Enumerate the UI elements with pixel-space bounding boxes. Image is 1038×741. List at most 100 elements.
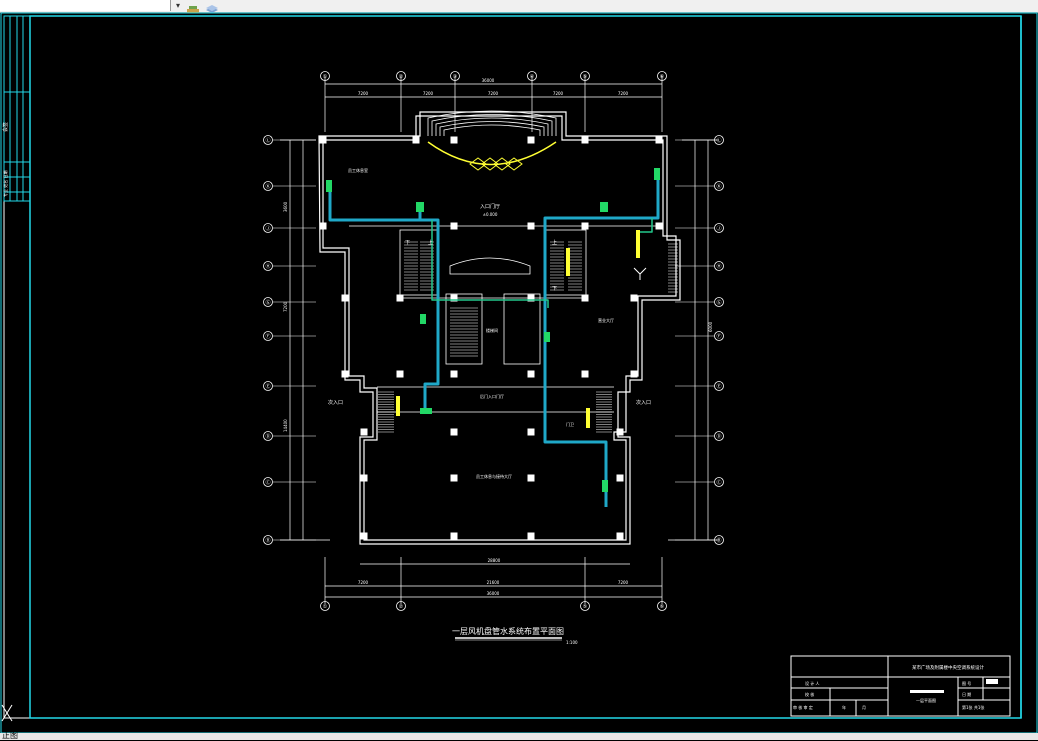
tb-project: 某市广场及附属楼中央空调系统设计 bbox=[912, 664, 984, 671]
interior-walls bbox=[349, 225, 663, 413]
side-dimensions bbox=[280, 139, 718, 541]
axis-bubbles-bottom: ① ② ⑤ ⑥ bbox=[320, 601, 667, 611]
layer-combo[interactable] bbox=[0, 0, 171, 11]
column-5 bbox=[581, 136, 589, 144]
dim-bottom-b: 21600 bbox=[487, 580, 500, 585]
column-1 bbox=[319, 136, 327, 144]
axis-bubble-top-3: ③ bbox=[453, 74, 457, 80]
column-22 bbox=[581, 370, 589, 378]
label-side-right: 次入口 bbox=[636, 399, 651, 406]
drawing-scale: 1:100 bbox=[566, 640, 578, 645]
axis-bubble-top-6: ⑥ bbox=[660, 74, 665, 80]
label-lobby: 入口门厅 bbox=[480, 203, 500, 210]
axis-bubble-top-1: ① bbox=[323, 74, 328, 80]
column-21 bbox=[527, 370, 535, 378]
column-32 bbox=[360, 532, 368, 540]
axis-bubble-bottom-2: ② bbox=[399, 604, 404, 610]
title-block: 某市广场及附属楼中央空调系统设计 设 计 人 校 核 审 核 审 定 图 号 日… bbox=[790, 655, 1011, 717]
column-35 bbox=[616, 532, 624, 540]
column-27 bbox=[616, 428, 624, 436]
column-31 bbox=[616, 474, 624, 482]
label-up-right: 上 bbox=[552, 239, 557, 246]
label-side-left: 次入口 bbox=[328, 399, 343, 406]
axis-bubble-right-8: Ⓓ bbox=[716, 433, 721, 440]
axis-bubble-bottom-1: ① bbox=[323, 604, 328, 610]
label-rear-entrance: 后门入口门厅 bbox=[480, 393, 504, 399]
column-18 bbox=[341, 370, 349, 378]
axis-bubble-left-8: Ⓓ bbox=[265, 433, 270, 440]
column-29 bbox=[450, 474, 458, 482]
axis-bubble-left-3: Ⓙ bbox=[265, 225, 270, 232]
stair-treads bbox=[378, 241, 678, 433]
label-lobby-elev: ±0.000 bbox=[483, 212, 498, 217]
column-17 bbox=[630, 294, 638, 302]
axis-bubble-left-9: Ⓒ bbox=[265, 479, 270, 486]
column-19 bbox=[396, 370, 404, 378]
dim-side-2: 7200 bbox=[283, 301, 288, 312]
tb-check: 校 核 bbox=[805, 691, 814, 697]
tb-cell-c: 第1张 共1张 bbox=[962, 704, 984, 710]
dim-bay-c: 7200 bbox=[488, 91, 499, 96]
layer-tool-icon[interactable] bbox=[186, 0, 200, 13]
column-26 bbox=[527, 428, 535, 436]
label-office-left: 员工休息室 bbox=[348, 167, 368, 173]
label-guard: 门卫 bbox=[566, 421, 574, 427]
dim-side-4: 6000 bbox=[708, 321, 713, 332]
column-23 bbox=[630, 370, 638, 378]
column-24 bbox=[360, 428, 368, 436]
dim-bay-e: 7200 bbox=[618, 91, 629, 96]
column-34 bbox=[527, 532, 535, 540]
label-lower-hall: 员工休息与接待大厅 bbox=[476, 473, 512, 479]
axis-bubble-top-2: ② bbox=[399, 74, 404, 80]
axis-bubble-right-10: Ⓑ bbox=[716, 537, 721, 544]
axis-bubble-left-10: Ⓑ bbox=[265, 537, 270, 544]
axis-bubble-left-2: Ⓚ bbox=[265, 183, 270, 190]
axis-bubble-right-3: Ⓙ bbox=[716, 225, 721, 232]
axis-bubble-bottom-6: ⑥ bbox=[660, 604, 665, 610]
column-30 bbox=[527, 474, 535, 482]
top-dimensions bbox=[324, 76, 663, 132]
axis-bubble-left-7: Ⓔ bbox=[265, 383, 270, 390]
canopy-arc bbox=[427, 141, 557, 166]
tb-review: 审 核 审 定 bbox=[793, 704, 813, 710]
axis-bubble-top-5: ⑤ bbox=[583, 74, 587, 80]
column-6 bbox=[655, 136, 663, 144]
dim-side-1: 3600 bbox=[283, 201, 288, 212]
axis-bubble-right-5: Ⓖ bbox=[716, 299, 721, 306]
dim-mid: 28800 bbox=[488, 558, 501, 563]
entrance-steps bbox=[427, 110, 557, 136]
tb-cell-a: 图 号 bbox=[962, 680, 971, 686]
axis-bubble-left-4: Ⓗ bbox=[265, 263, 270, 270]
binding-label-fields: 专业 姓名 日期 bbox=[2, 170, 8, 197]
axis-bubble-right-2: Ⓚ bbox=[716, 183, 721, 190]
dim-bay-a: 7200 bbox=[358, 91, 369, 96]
label-office-right: 营业大厅 bbox=[598, 317, 614, 323]
column-4 bbox=[527, 136, 535, 144]
axis-bubble-left-5: Ⓖ bbox=[265, 299, 270, 306]
axis-bubble-right-1: Ⓛ bbox=[716, 137, 721, 144]
axis-bubble-left-6: Ⓕ bbox=[265, 333, 270, 340]
dim-side-3: 14400 bbox=[283, 419, 288, 432]
tb-drawing-name: 一层平面图 bbox=[916, 697, 936, 703]
column-12 bbox=[341, 294, 349, 302]
label-down-right: 下 bbox=[552, 286, 557, 292]
label-up-left: 上 bbox=[428, 239, 433, 246]
cad-drawing-canvas[interactable]: 会签 专业 姓名 日期 36000 7200 7200 7200 7200 72… bbox=[0, 12, 1038, 733]
chevron-down-icon[interactable]: ▾ bbox=[172, 0, 184, 11]
layer-stack-icon[interactable] bbox=[204, 0, 218, 13]
dim-bay-b: 7200 bbox=[423, 91, 434, 96]
axis-bubble-top-4: ④ bbox=[530, 74, 535, 80]
tb-date-1: 年 bbox=[842, 704, 846, 710]
axis-bubble-right-6: Ⓕ bbox=[716, 333, 721, 340]
dim-total-bottom: 36000 bbox=[487, 591, 500, 596]
command-line[interactable]: 正图 bbox=[0, 731, 1038, 740]
tb-date-2: 月 bbox=[862, 705, 866, 710]
column-25 bbox=[450, 428, 458, 436]
axis-bubble-right-9: Ⓒ bbox=[716, 479, 721, 486]
drawing-title: 一层风机盘管水系统布置平面图 bbox=[452, 626, 564, 636]
column-20 bbox=[450, 370, 458, 378]
dim-bay-d: 7200 bbox=[553, 91, 564, 96]
axis-bubble-left-1: Ⓛ bbox=[265, 137, 270, 144]
column-3 bbox=[450, 136, 458, 144]
column-7 bbox=[319, 222, 327, 230]
